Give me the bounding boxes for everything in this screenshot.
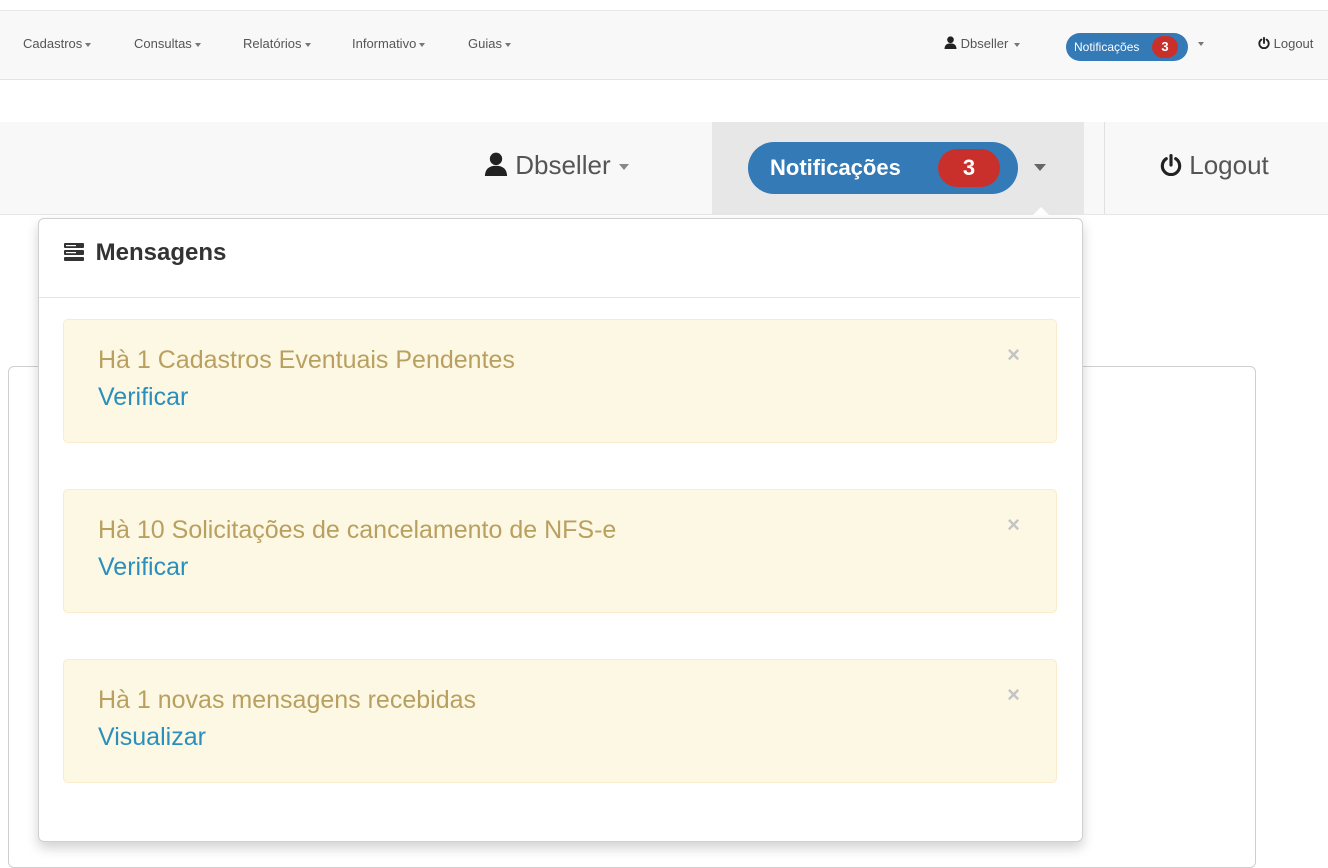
caret-down-icon[interactable] — [1198, 42, 1204, 46]
menu-informativo[interactable]: Informativo — [352, 36, 426, 51]
dropdown-title-text: Mensagens — [95, 239, 227, 266]
notifications-count-badge: 3 — [1152, 36, 1178, 58]
zoomed-navbar: Dbseller Notificações 3 Logout — [0, 122, 1328, 215]
caret-down-icon — [504, 42, 511, 47]
notifications-button[interactable]: Notificações 3 — [748, 142, 1018, 194]
menu-label: Relatórios — [243, 36, 302, 51]
user-menu-zoomed[interactable]: Dbseller — [484, 150, 629, 181]
notifications-label: Notificações — [1074, 40, 1140, 54]
close-icon[interactable]: × — [1007, 342, 1020, 368]
close-icon[interactable]: × — [1007, 512, 1020, 538]
alert-item: Hà 1 novas mensagens recebidas Visualiza… — [63, 659, 1057, 783]
dropdown-divider — [39, 297, 1080, 298]
dropdown-arrow — [1030, 207, 1052, 218]
dropdown-title: Mensagens — [63, 239, 226, 267]
menu-label: Consultas — [134, 36, 192, 51]
alert-message: Hà 1 novas mensagens recebidas — [98, 686, 477, 714]
alert-message: Hà 10 Solicitações de cancelamento de NF… — [98, 516, 617, 544]
user-icon — [944, 36, 957, 49]
user-icon — [484, 152, 508, 176]
notifications-count-badge: 3 — [938, 149, 1000, 187]
menu-guias[interactable]: Guias — [468, 36, 511, 51]
power-icon — [1160, 154, 1182, 177]
close-icon[interactable]: × — [1007, 682, 1020, 708]
menu-cadastros[interactable]: Cadastros — [23, 36, 92, 51]
verify-link[interactable]: Verificar — [98, 548, 188, 586]
logout-label: Logout — [1189, 150, 1269, 180]
power-icon — [1258, 36, 1270, 50]
top-navbar: Cadastros Consultas Relatórios Informati… — [0, 10, 1328, 80]
logout-link[interactable]: Logout — [1160, 150, 1269, 181]
notifications-label: Notificações — [770, 155, 901, 180]
user-name: Dbseller — [960, 36, 1009, 51]
menu-label: Informativo — [352, 36, 417, 51]
logout-label: Logout — [1273, 36, 1314, 51]
alert-message: Hà 1 Cadastros Eventuais Pendentes — [98, 346, 515, 374]
server-icon — [64, 243, 84, 261]
caret-down-icon — [1014, 42, 1021, 47]
verify-link[interactable]: Verificar — [98, 378, 188, 416]
navbar-divider — [1104, 122, 1105, 214]
menu-consultas[interactable]: Consultas — [134, 36, 201, 51]
caret-down-icon — [419, 42, 426, 47]
notifications-dropdown: Mensagens Hà 1 Cadastros Eventuais Pende… — [38, 218, 1083, 842]
caret-down-icon[interactable] — [1034, 164, 1046, 171]
logout-link-small[interactable]: Logout — [1258, 36, 1313, 51]
user-name: Dbseller — [515, 150, 611, 180]
caret-down-icon — [85, 42, 92, 47]
caret-down-icon — [304, 42, 311, 47]
caret-down-icon — [194, 42, 201, 47]
menu-label: Guias — [468, 36, 502, 51]
alert-item: Hà 10 Solicitações de cancelamento de NF… — [63, 489, 1057, 613]
alert-item: Hà 1 Cadastros Eventuais Pendentes Verif… — [63, 319, 1057, 443]
notifications-button-small[interactable]: Notificações 3 — [1066, 33, 1188, 61]
view-link[interactable]: Visualizar — [98, 718, 206, 756]
menu-label: Cadastros — [23, 36, 83, 51]
caret-down-icon — [618, 164, 629, 171]
menu-relatorios[interactable]: Relatórios — [243, 36, 311, 51]
user-menu[interactable]: Dbseller — [944, 36, 1021, 51]
